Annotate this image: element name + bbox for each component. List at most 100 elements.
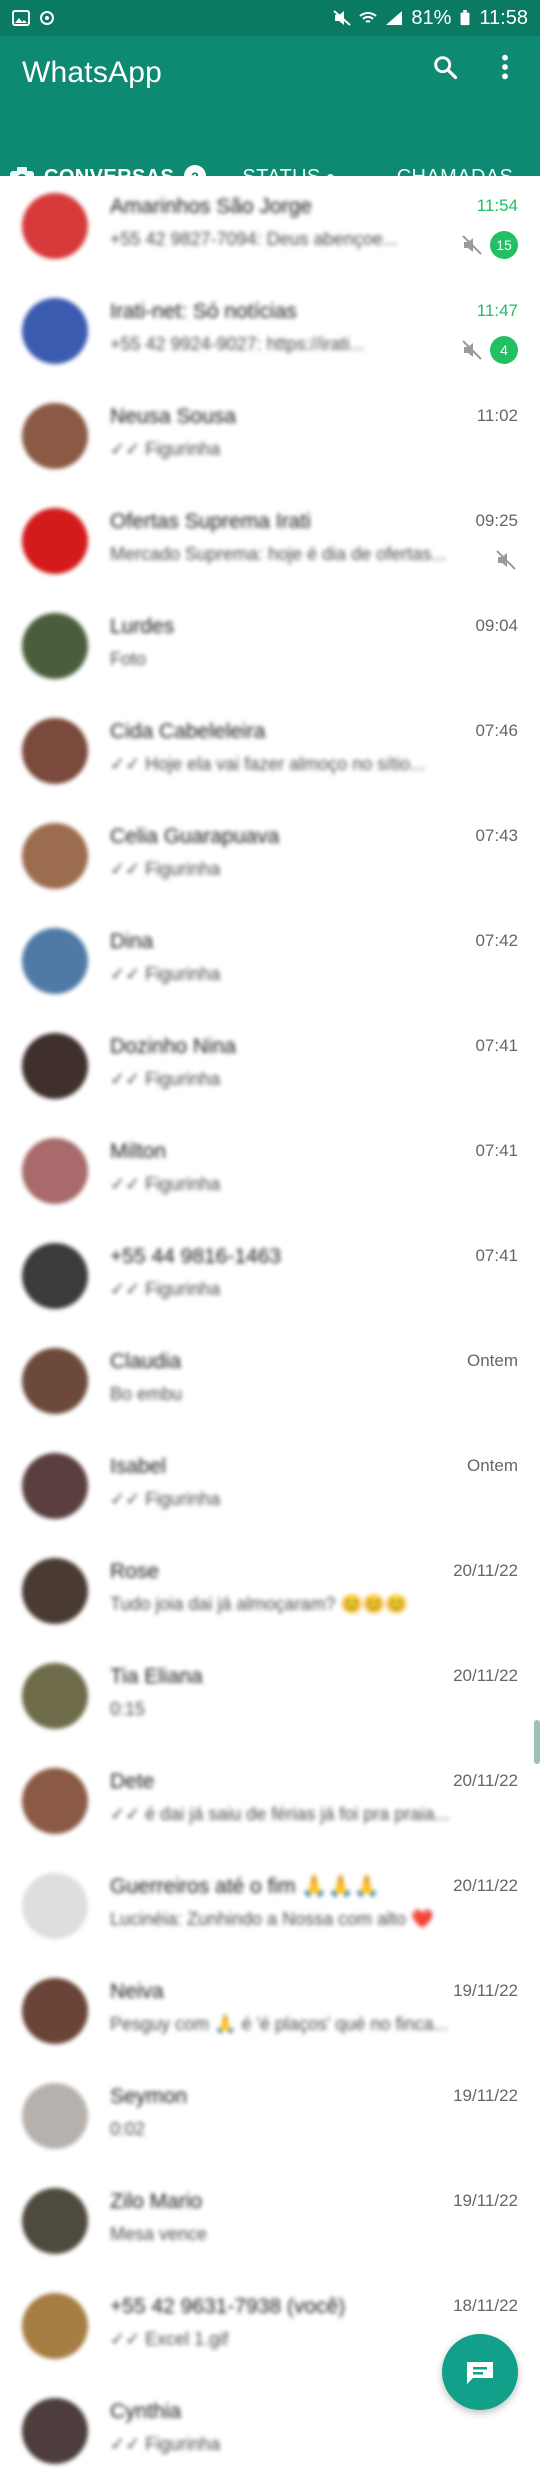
- chat-preview: ✓✓ é dai já saiu de férias já foi pra pr…: [110, 1804, 450, 1824]
- avatar[interactable]: [22, 403, 88, 469]
- chat-preview: Bo embu: [110, 1384, 183, 1404]
- avatar[interactable]: [22, 1453, 88, 1519]
- chat-row[interactable]: +55 44 9816-1463 ✓✓ Figurinha 07:41: [0, 1226, 540, 1331]
- avatar[interactable]: [22, 1978, 88, 2044]
- new-chat-icon: [467, 2362, 493, 2384]
- chat-name: +55 44 9816-1463: [110, 1245, 282, 1268]
- avatar[interactable]: [22, 193, 88, 259]
- chat-time: 18/11/22: [453, 2296, 518, 2315]
- avatar[interactable]: [22, 1558, 88, 1624]
- avatar[interactable]: [22, 1138, 88, 1204]
- wifi-icon: [359, 12, 378, 23]
- chat-row[interactable]: Claudia Bo embu Ontem: [0, 1331, 540, 1436]
- avatar[interactable]: [22, 1348, 88, 1414]
- chat-time: 09:04: [475, 616, 518, 635]
- chat-row[interactable]: Celia Guarapuava ✓✓ Figurinha 07:43: [0, 806, 540, 911]
- chat-preview: ✓✓ Excel 1.gif: [110, 2329, 229, 2349]
- chat-row[interactable]: Amarinhos São Jorge +55 42 9827-7094: Deu…: [0, 176, 540, 281]
- chat-row[interactable]: Neusa Sousa ✓✓ Figurinha 11:02: [0, 386, 540, 491]
- avatar[interactable]: [22, 1243, 88, 1309]
- chat-name: Amarinhos São Jorge: [110, 195, 312, 218]
- chat-preview: ✓✓ Figurinha: [110, 859, 221, 879]
- chat-time: 07:41: [475, 1246, 518, 1265]
- muted-icon: [460, 233, 484, 257]
- chat-row[interactable]: Dozinho Nina ✓✓ Figurinha 07:41: [0, 1016, 540, 1121]
- chat-preview: +55 42 9827-7094: Deus abençoe...: [110, 229, 398, 249]
- chat-time: 19/11/22: [453, 2191, 518, 2210]
- chat-row[interactable]: Milton ✓✓ Figurinha 07:41: [0, 1121, 540, 1226]
- notification-icon: [40, 11, 54, 25]
- avatar[interactable]: [22, 613, 88, 679]
- more-vert-icon: [502, 54, 508, 80]
- battery-percent: 81%: [411, 6, 452, 29]
- chat-name: Irati-net: Só notícias: [110, 300, 297, 323]
- avatar[interactable]: [22, 1768, 88, 1834]
- avatar[interactable]: [22, 508, 88, 574]
- chat-preview: ✓✓ Figurinha: [110, 1489, 221, 1509]
- unread-badge: 15: [490, 231, 518, 259]
- chat-preview: ✓✓ Figurinha: [110, 964, 221, 984]
- chat-list[interactable]: Amarinhos São Jorge +55 42 9827-7094: Deu…: [0, 176, 540, 2474]
- chat-name: Celia Guarapuava: [110, 825, 280, 848]
- status-bar-left: [12, 10, 56, 26]
- chat-time: 11:02: [476, 406, 518, 425]
- app-title: WhatsApp: [22, 56, 162, 89]
- chat-name: Neusa Sousa: [110, 405, 237, 428]
- chat-time: Ontem: [466, 1351, 518, 1370]
- chat-preview: Foto: [110, 649, 147, 669]
- chat-name: Zilo Mario: [110, 2190, 203, 2213]
- chat-row[interactable]: Irati-net: Só notícias +55 42 9924-9027: …: [0, 281, 540, 386]
- scrollbar[interactable]: [534, 1720, 540, 1764]
- chat-row[interactable]: Guerreiros até o fim 🙏🙏🙏 Lucinéia: Zunhin…: [0, 1856, 540, 1961]
- avatar[interactable]: [22, 823, 88, 889]
- chat-row[interactable]: Seymon 0:02 19/11/22: [0, 2066, 540, 2171]
- chat-preview: Tudo joia dai já almoçaram? 😊😊😊: [110, 1594, 408, 1614]
- chat-name: Guerreiros até o fim 🙏🙏🙏: [110, 1875, 380, 1898]
- chat-name: +55 42 9631-7938 (você): [110, 2295, 346, 2318]
- chat-time: 11:54: [476, 196, 518, 215]
- chat-row[interactable]: Ofertas Suprema Irati Mercado Suprema: ho…: [0, 491, 540, 596]
- chat-time: 20/11/22: [453, 1771, 518, 1790]
- chat-time: 07:41: [475, 1036, 518, 1055]
- chat-row[interactable]: Isabel ✓✓ Figurinha Ontem: [0, 1436, 540, 1541]
- avatar[interactable]: [22, 1033, 88, 1099]
- chat-row[interactable]: Dete ✓✓ é dai já saiu de férias já foi pr…: [0, 1751, 540, 1856]
- chat-time: 20/11/22: [453, 1876, 518, 1895]
- chat-name: Lurdes: [110, 615, 175, 638]
- avatar[interactable]: [22, 1663, 88, 1729]
- chat-preview: ✓✓ Hoje ela vai fazer almoço no sítio...: [110, 754, 426, 774]
- avatar[interactable]: [22, 2293, 88, 2359]
- chat-preview: ✓✓ Figurinha: [110, 1279, 221, 1299]
- chat-row[interactable]: Cida Cabeleleira ✓✓ Hoje ela vai fazer al…: [0, 701, 540, 806]
- chat-row[interactable]: Tia Eliana 0:15 20/11/22: [0, 1646, 540, 1751]
- avatar[interactable]: [22, 718, 88, 784]
- chat-time: 07:43: [475, 826, 518, 845]
- chat-row[interactable]: Lurdes Foto 09:04: [0, 596, 540, 701]
- status-bar-right: 81% 11:58: [333, 7, 528, 30]
- chat-name: Rose: [110, 1560, 160, 1583]
- chat-name: Neiva: [110, 1980, 164, 2003]
- chat-name: Dina: [110, 930, 154, 953]
- avatar[interactable]: [22, 2188, 88, 2254]
- avatar[interactable]: [22, 1873, 88, 1939]
- chat-row[interactable]: Neiva Pesguy com 🙏 é 'é plaços' qué no fi…: [0, 1961, 540, 2066]
- avatar[interactable]: [22, 2083, 88, 2149]
- chat-preview: Mesa vence: [110, 2224, 208, 2244]
- avatar[interactable]: [22, 298, 88, 364]
- chat-preview: 0:02: [110, 2119, 146, 2139]
- chat-preview: Pesguy com 🙏 é 'é plaços' qué no finca..…: [110, 2014, 449, 2034]
- chat-row[interactable]: Zilo Mario Mesa vence 19/11/22: [0, 2171, 540, 2276]
- chat-preview: ✓✓ Figurinha: [110, 1174, 221, 1194]
- search-button[interactable]: [428, 50, 462, 84]
- avatar[interactable]: [22, 2398, 88, 2464]
- more-options-button[interactable]: [488, 50, 522, 84]
- chat-name: Isabel: [110, 1455, 167, 1478]
- chat-row[interactable]: Dina ✓✓ Figurinha 07:42: [0, 911, 540, 1016]
- chat-name: Dozinho Nina: [110, 1035, 237, 1058]
- chat-row[interactable]: Rose Tudo joia dai já almoçaram? 😊😊😊 20/11…: [0, 1541, 540, 1646]
- avatar[interactable]: [22, 928, 88, 994]
- chat-name: Cida Cabeleleira: [110, 720, 266, 743]
- app-bar: WhatsApp CONVERSAS 2 STATUS CHAMADAS: [0, 36, 540, 210]
- chat-preview: +55 42 9924-9027: https://irati...: [110, 334, 365, 354]
- new-chat-button[interactable]: [442, 2334, 518, 2410]
